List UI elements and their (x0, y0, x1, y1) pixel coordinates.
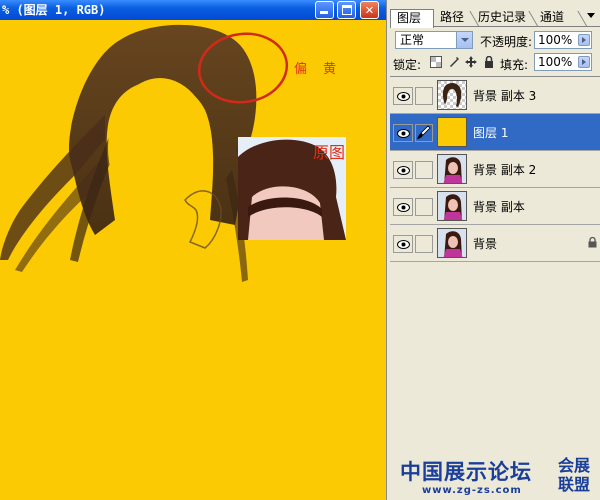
layer-row-background[interactable]: 背景 (390, 225, 600, 262)
brush-icon (417, 125, 431, 139)
layer-thumbnail (437, 80, 467, 110)
layer-thumbnail (437, 191, 467, 221)
site-watermark: 中国展示论坛 www.zg-zs.com 会展联盟 (394, 454, 600, 500)
eye-icon (397, 129, 410, 138)
layer-thumbnail (437, 228, 467, 258)
eye-icon (397, 203, 410, 212)
title-bar[interactable]: % (图层 1, RGB) ✕ (0, 0, 386, 20)
fill-input[interactable]: 100% (534, 53, 592, 71)
layer-name[interactable]: 背景 副本 2 (473, 161, 536, 178)
tab-layers[interactable]: 图层 (390, 9, 434, 28)
window-title: % (图层 1, RGB) (2, 3, 106, 17)
blend-mode-select[interactable]: 正常 (395, 31, 473, 49)
chevron-down-icon[interactable] (456, 32, 472, 48)
hair-artwork (0, 24, 300, 282)
minimize-icon (320, 11, 328, 14)
link-toggle[interactable] (415, 198, 433, 216)
watermark-url: www.zg-zs.com (422, 485, 522, 496)
fill-value: 100% (538, 55, 573, 69)
maximize-icon (342, 5, 352, 15)
lock-image-pixels-icon[interactable] (448, 56, 460, 68)
opacity-input[interactable]: 100% (534, 31, 592, 49)
tab-history[interactable]: 历史记录 (472, 9, 534, 27)
annotation-yellowish: 偏 黄 (294, 62, 343, 77)
lock-transparent-pixels-icon[interactable] (430, 56, 442, 68)
minimize-button[interactable] (315, 1, 334, 19)
tab-channels[interactable]: 通道 (534, 9, 584, 27)
link-toggle[interactable] (415, 235, 433, 253)
tab-paths[interactable]: 路径 (434, 9, 472, 27)
layer-row-background-copy-3[interactable]: 背景 副本 3 (390, 77, 600, 114)
opacity-value: 100% (538, 33, 573, 47)
annotation-original: 原图 (313, 143, 346, 162)
visibility-toggle[interactable] (393, 87, 413, 105)
link-toggle[interactable] (415, 87, 433, 105)
lock-label: 锁定: (393, 58, 422, 72)
document-window: % (图层 1, RGB) ✕ 偏 黄 原图 (0, 0, 386, 500)
eye-icon (397, 92, 410, 101)
layer-name[interactable]: 图层 1 (473, 124, 508, 141)
palette-tabs: 图层 路径 历史记录 通道 (390, 9, 600, 28)
link-toggle[interactable] (415, 161, 433, 179)
visibility-toggle[interactable] (393, 124, 413, 142)
layer-row-layer-1[interactable]: 图层 1 (390, 114, 600, 151)
visibility-toggle[interactable] (393, 161, 413, 179)
image-canvas[interactable]: 偏 黄 原图 (0, 20, 386, 500)
watermark-side: 会展联盟 (558, 456, 591, 494)
layer-thumbnail (437, 117, 467, 147)
layer-name[interactable]: 背景 副本 (473, 198, 525, 215)
layer-thumbnail (437, 154, 467, 184)
layer-name[interactable]: 背景 副本 3 (473, 87, 536, 104)
blend-mode-value: 正常 (400, 33, 425, 47)
layer-name[interactable]: 背景 (473, 235, 497, 252)
watermark-main: 中国展示论坛 (400, 460, 532, 484)
fill-slider-arrow-icon[interactable] (578, 56, 590, 68)
palette-menu-arrow-icon[interactable] (587, 13, 595, 18)
lock-all-icon[interactable] (483, 56, 495, 68)
eye-icon (397, 166, 410, 175)
maximize-button[interactable] (337, 1, 356, 19)
lock-icon (588, 237, 597, 248)
lock-position-icon[interactable] (465, 56, 477, 68)
layer-row-background-copy[interactable]: 背景 副本 (390, 188, 600, 225)
link-toggle[interactable] (415, 124, 433, 142)
close-icon: ✕ (365, 2, 374, 18)
opacity-label: 不透明度: (480, 35, 533, 49)
close-button[interactable]: ✕ (360, 1, 379, 19)
layer-list: 背景 副本 3 图层 1 背景 副本 2 背景 副本 背景 (390, 76, 600, 500)
visibility-toggle[interactable] (393, 235, 413, 253)
layers-palette: 图层 路径 历史记录 通道 正常 不透明度: 100% 锁定: 填充: 100% (390, 0, 600, 500)
visibility-toggle[interactable] (393, 198, 413, 216)
layer-row-background-copy-2[interactable]: 背景 副本 2 (390, 151, 600, 188)
eye-icon (397, 240, 410, 249)
opacity-slider-arrow-icon[interactable] (578, 34, 590, 46)
fill-label: 填充: (500, 58, 529, 72)
